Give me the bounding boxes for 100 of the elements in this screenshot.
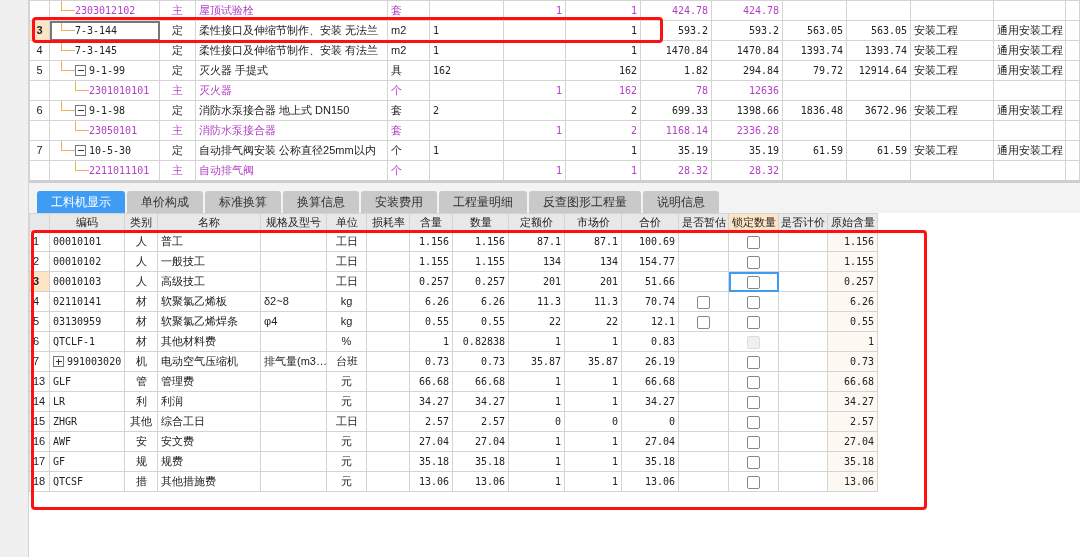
table-cell: 元: [326, 371, 367, 392]
checkbox[interactable]: [747, 255, 760, 269]
table-cell: 综合工日: [157, 411, 261, 432]
table-cell: 人: [124, 271, 158, 292]
table-cell: 元: [326, 431, 367, 452]
code-text: QTCSF: [53, 475, 84, 489]
tree-line: [75, 161, 89, 171]
table-cell: 1: [565, 140, 641, 161]
checkbox[interactable]: [747, 275, 760, 289]
table-cell: 1: [565, 0, 641, 21]
table-cell: 规: [124, 451, 158, 472]
tab[interactable]: 单价构成: [127, 191, 203, 213]
checkbox[interactable]: [747, 375, 760, 389]
table-cell: 154.77: [621, 251, 679, 272]
table-cell: 1.156: [452, 231, 509, 252]
table-cell: 1: [503, 0, 566, 21]
checkbox[interactable]: [747, 315, 760, 329]
table-cell: 主: [159, 80, 196, 101]
table-cell: 34.27: [452, 391, 509, 412]
checkbox[interactable]: [747, 295, 760, 309]
checkbox[interactable]: [697, 295, 710, 309]
table-cell: 规费: [157, 451, 261, 472]
table-cell: 1: [508, 431, 565, 452]
checkbox[interactable]: [747, 435, 760, 449]
tab[interactable]: 工程量明细: [439, 191, 527, 213]
checkbox[interactable]: [747, 455, 760, 469]
table-cell: 套: [387, 0, 430, 21]
column-header[interactable]: 单位: [326, 213, 367, 232]
column-header[interactable]: 损耗率: [366, 213, 410, 232]
column-header[interactable]: 规格及型号: [260, 213, 327, 232]
column-header[interactable]: 是否暂估: [678, 213, 729, 232]
table-cell: 通用安装工程: [993, 60, 1066, 81]
column-header[interactable]: 合价: [621, 213, 679, 232]
column-header[interactable]: 数量: [452, 213, 509, 232]
table-cell: 162: [565, 60, 641, 81]
tab[interactable]: 说明信息: [643, 191, 719, 213]
table-cell: 措: [124, 471, 158, 492]
checkbox[interactable]: [747, 355, 760, 369]
table-cell: 0: [621, 411, 679, 432]
table-cell: 1: [503, 120, 566, 141]
table-cell: 201: [508, 271, 565, 292]
table-cell: 屋顶试验栓: [195, 0, 388, 21]
checkbox[interactable]: [747, 415, 760, 429]
table-cell: 利润: [157, 391, 261, 412]
table-cell: 1: [564, 451, 622, 472]
table-cell: 0.83: [621, 331, 679, 352]
column-header[interactable]: 类别: [124, 213, 158, 232]
table-cell: 材: [124, 291, 158, 312]
table-cell: 普工: [157, 231, 261, 252]
column-header[interactable]: 市场价: [564, 213, 622, 232]
column-header[interactable]: 名称: [157, 213, 261, 232]
row-number: 6: [36, 104, 43, 117]
table-cell: 201: [564, 271, 622, 292]
table-cell: 人: [124, 251, 158, 272]
table-cell: 软聚氯乙烯板: [157, 291, 261, 312]
table-cell: 2.57: [452, 411, 509, 432]
table-cell: 12914.64: [846, 60, 911, 81]
table-cell: 13.06: [409, 471, 453, 492]
table-cell: 100.69: [621, 231, 679, 252]
column-header[interactable]: 定额价: [508, 213, 565, 232]
table-cell: 消防水泵接合器: [195, 120, 388, 141]
checkbox[interactable]: [747, 475, 760, 489]
table-cell: 利: [124, 391, 158, 412]
table-cell: 35.19: [640, 140, 712, 161]
column-header[interactable]: 锁定数量: [728, 213, 779, 232]
collapse-icon[interactable]: [75, 105, 86, 116]
table-cell: 灭火器 手提式: [195, 60, 388, 81]
table-cell: 通用安装工程: [993, 40, 1066, 61]
table-cell: 79.72: [782, 60, 847, 81]
checkbox[interactable]: [697, 315, 710, 329]
collapse-icon[interactable]: [75, 145, 86, 156]
column-header[interactable]: 含量: [409, 213, 453, 232]
tab[interactable]: 反查图形工程量: [529, 191, 641, 213]
table-cell: 灭火器: [195, 80, 388, 101]
checkbox[interactable]: [747, 395, 760, 409]
code-text: 2303012102: [75, 4, 136, 18]
tab[interactable]: 标准换算: [205, 191, 281, 213]
table-cell: 1836.48: [782, 100, 847, 121]
expand-icon[interactable]: [53, 356, 64, 367]
table-cell: 2: [565, 120, 641, 141]
table-cell: 66.68: [621, 371, 679, 392]
table-cell: m2: [387, 40, 430, 61]
table-cell: 51.66: [621, 271, 679, 292]
table-cell: 593.2: [711, 20, 783, 41]
code-text: 9-1-99: [89, 64, 126, 78]
column-header[interactable]: 是否计价: [778, 213, 828, 232]
column-header[interactable]: 原始含量: [827, 213, 878, 232]
table-cell: 台班: [326, 351, 367, 372]
table-cell: 个: [387, 80, 430, 101]
table-cell: 0.257: [452, 271, 509, 292]
table-cell: 1393.74: [782, 40, 847, 61]
table-cell: 134: [564, 251, 622, 272]
table-cell: 主: [159, 0, 196, 21]
table-cell: 1: [564, 471, 622, 492]
collapse-icon[interactable]: [75, 65, 86, 76]
tab[interactable]: 换算信息: [283, 191, 359, 213]
column-header[interactable]: 编码: [49, 213, 125, 232]
tab[interactable]: 安装费用: [361, 191, 437, 213]
checkbox[interactable]: [747, 236, 760, 250]
table-cell: 1: [508, 331, 565, 352]
